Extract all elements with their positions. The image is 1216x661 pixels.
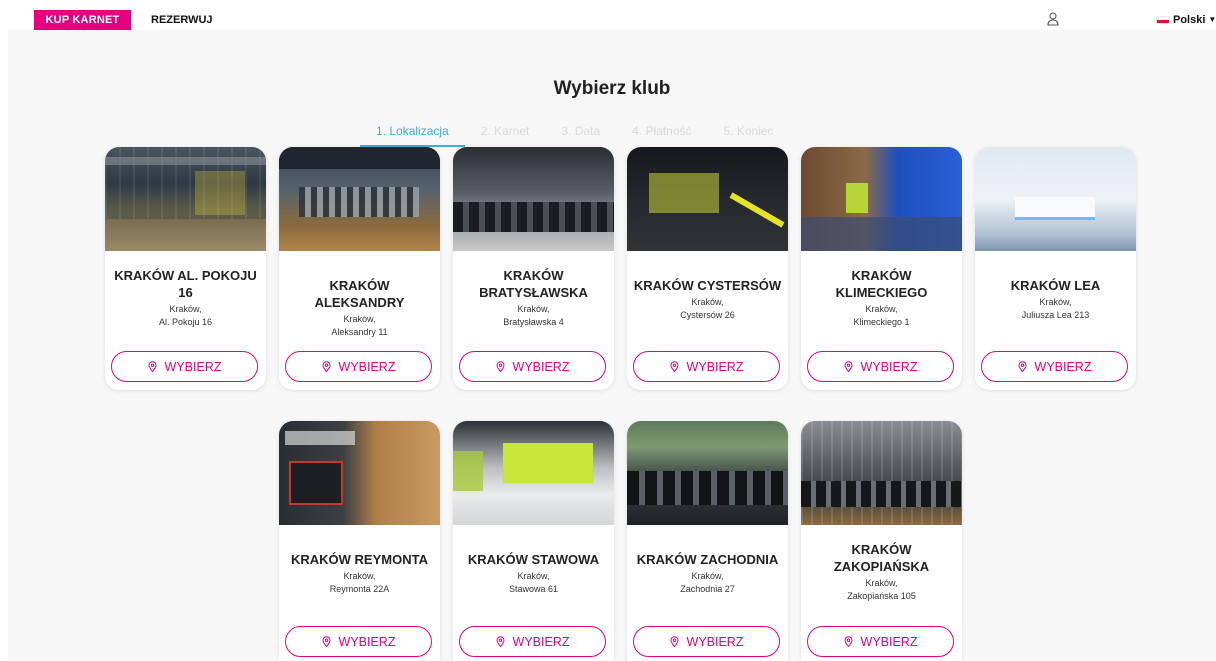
club-photo	[453, 421, 614, 525]
select-club-label: WYBIERZ	[164, 359, 222, 374]
club-city: Kraków,	[517, 571, 550, 581]
select-club-label: WYBIERZ	[860, 634, 918, 649]
club-card: KRAKÓW AL. POKOJU 16 Kraków, Al. Pokoju …	[105, 147, 266, 390]
club-card: KRAKÓW ZAKOPIAŃSKA Kraków, Zakopiańska 1…	[801, 421, 962, 661]
booking-steps: 1. Lokalizacja 2. Karnet 3. Data 4. Płat…	[360, 123, 790, 147]
club-name: KRAKÓW BRATYSŁAWSKA	[479, 268, 588, 300]
club-card: KRAKÓW ALEKSANDRY Kraków, Aleksandry 11 …	[279, 147, 440, 390]
club-card: KRAKÓW KLIMECKIEGO Kraków, Klimeckiego 1…	[801, 147, 962, 390]
club-street: Zakopiańska 105	[847, 591, 916, 601]
club-city: Kraków,	[865, 578, 898, 588]
club-name: KRAKÓW LEA	[1010, 278, 1101, 293]
club-photo	[105, 147, 266, 251]
club-name: KRAKÓW ZAKOPIAŃSKA	[833, 542, 930, 574]
club-card: KRAKÓW LEA Kraków, Juliusza Lea 213 WYBI…	[975, 147, 1136, 390]
select-club-label: WYBIERZ	[512, 359, 570, 374]
club-street: Al. Pokoju 16	[158, 317, 213, 327]
location-pin-icon	[322, 361, 331, 372]
club-photo	[975, 147, 1136, 251]
club-street: Bratysławska 4	[503, 317, 564, 327]
club-street: Aleksandry 11	[331, 327, 388, 337]
club-city: Kraków,	[865, 304, 898, 314]
select-club-button[interactable]: WYBIERZ	[981, 351, 1128, 382]
club-street: Juliusza Lea 213	[1021, 310, 1090, 320]
step-end: 5. Koniec	[723, 124, 774, 138]
club-street: Klimeckiego 1	[853, 317, 910, 327]
club-photo	[801, 147, 962, 251]
club-card: KRAKÓW ZACHODNIA Kraków, Zachodnia 27 WY…	[627, 421, 788, 661]
select-club-button[interactable]: WYBIERZ	[459, 626, 606, 657]
select-club-button[interactable]: WYBIERZ	[633, 626, 780, 657]
reserve-link[interactable]: REZERWUJ	[151, 10, 213, 30]
location-pin-icon	[844, 361, 853, 372]
club-name: KRAKÓW STAWOWA	[467, 552, 600, 567]
select-club-label: WYBIERZ	[1034, 359, 1092, 374]
location-pin-icon	[844, 636, 853, 647]
club-name: KRAKÓW ALEKSANDRY	[314, 278, 405, 310]
top-navigation-bar: KUP KARNET REZERWUJ Polski ▼	[0, 0, 1216, 30]
step-pass: 2. Karnet	[480, 124, 530, 138]
club-name: KRAKÓW CYSTERSÓW	[633, 278, 782, 293]
club-photo	[279, 147, 440, 251]
select-club-label: WYBIERZ	[512, 634, 570, 649]
buy-pass-button[interactable]: KUP KARNET	[34, 10, 131, 30]
select-club-label: WYBIERZ	[686, 359, 744, 374]
club-city: Kraków,	[343, 314, 376, 324]
select-club-button[interactable]: WYBIERZ	[807, 626, 954, 657]
location-pin-icon	[148, 361, 157, 372]
club-city: Kraków,	[517, 304, 550, 314]
location-pin-icon	[670, 361, 679, 372]
page-title: Wybierz klub	[553, 78, 671, 99]
club-card: KRAKÓW BRATYSŁAWSKA Kraków, Bratysławska…	[453, 147, 614, 390]
club-photo	[453, 147, 614, 251]
club-city: Kraków,	[1039, 297, 1072, 307]
select-club-label: WYBIERZ	[338, 634, 396, 649]
club-photo	[801, 421, 962, 525]
club-city: Kraków,	[691, 571, 724, 581]
step-payment: 4. Płatność	[632, 124, 692, 138]
select-club-button[interactable]: WYBIERZ	[459, 351, 606, 382]
club-street: Reymonta 22A	[329, 584, 390, 594]
club-card: KRAKÓW REYMONTA Kraków, Reymonta 22A WYB…	[279, 421, 440, 661]
club-street: Zachodnia 27	[680, 584, 735, 594]
club-city: Kraków,	[169, 304, 202, 314]
select-club-button[interactable]: WYBIERZ	[807, 351, 954, 382]
select-club-label: WYBIERZ	[686, 634, 744, 649]
location-pin-icon	[322, 636, 331, 647]
step-date: 3. Data	[561, 124, 601, 138]
club-street: Stawowa 61	[508, 584, 559, 594]
user-icon[interactable]	[1047, 12, 1059, 26]
club-name: KRAKÓW KLIMECKIEGO	[835, 268, 928, 300]
club-city: Kraków,	[691, 297, 724, 307]
select-club-label: WYBIERZ	[338, 359, 396, 374]
select-club-button[interactable]: WYBIERZ	[111, 351, 258, 382]
select-club-button[interactable]: WYBIERZ	[285, 626, 432, 657]
location-pin-icon	[1018, 361, 1027, 372]
club-photo	[279, 421, 440, 525]
select-club-button[interactable]: WYBIERZ	[285, 351, 432, 382]
club-photo	[627, 421, 788, 525]
club-city: Kraków,	[343, 571, 376, 581]
club-name: KRAKÓW AL. POKOJU 16	[114, 268, 257, 300]
club-name: KRAKÓW REYMONTA	[291, 552, 428, 567]
location-pin-icon	[496, 636, 505, 647]
club-photo	[627, 147, 788, 251]
location-pin-icon	[496, 361, 505, 372]
step-location[interactable]: 1. Lokalizacja	[360, 123, 465, 147]
location-pin-icon	[670, 636, 679, 647]
language-label: Polski	[1173, 14, 1206, 26]
club-card: KRAKÓW CYSTERSÓW Kraków, Cystersów 26 WY…	[627, 147, 788, 390]
select-club-label: WYBIERZ	[860, 359, 918, 374]
select-club-button[interactable]: WYBIERZ	[633, 351, 780, 382]
language-selector[interactable]: Polski ▼	[1156, 11, 1216, 29]
club-street: Cystersów 26	[680, 310, 735, 320]
chevron-down-icon: ▼	[1208, 15, 1216, 24]
club-name: KRAKÓW ZACHODNIA	[636, 552, 779, 567]
club-card: KRAKÓW STAWOWA Kraków, Stawowa 61 WYBIER…	[453, 421, 614, 661]
poland-flag-icon	[1156, 16, 1170, 24]
